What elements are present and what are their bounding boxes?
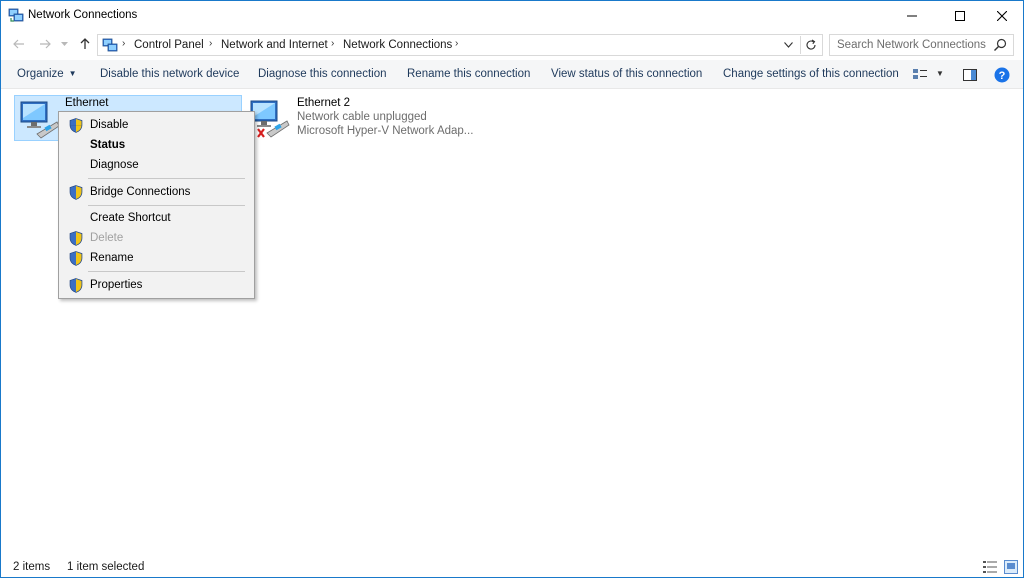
search-placeholder[interactable]: Search Network Connections (837, 39, 986, 51)
control-panel-icon (102, 38, 118, 52)
preview-pane-icon (963, 69, 977, 81)
uac-shield-icon (69, 231, 83, 246)
navigation-bar: › Control Panel › Network and Internet ›… (1, 30, 1023, 58)
close-button[interactable] (979, 1, 1024, 30)
menu-item-rename[interactable]: Rename (61, 248, 252, 268)
menu-item-bridge-connections[interactable]: Bridge Connections (61, 182, 252, 202)
breadcrumb-separator-icon[interactable]: › (331, 38, 334, 49)
menu-item-status[interactable]: Status (61, 135, 252, 155)
details-view-icon[interactable] (983, 560, 997, 574)
refresh-button[interactable] (800, 36, 820, 54)
organize-label: Organize (17, 68, 64, 80)
maximize-button[interactable] (937, 1, 982, 30)
uac-shield-icon (69, 278, 83, 293)
selection-count: 1 item selected (67, 561, 145, 573)
minimize-icon (906, 15, 917, 16)
connection-item-ethernet-2[interactable]: Ethernet 2 Network cable unplugged Micro… (245, 95, 485, 141)
breadcrumb-network-connections[interactable]: Network Connections (343, 39, 452, 51)
breadcrumb-separator-icon[interactable]: › (209, 38, 212, 49)
menu-item-label: Bridge Connections (90, 186, 191, 198)
maximize-icon (954, 10, 965, 21)
change-view-dropdown-icon[interactable]: ▼ (936, 69, 944, 78)
connection-status: Network cable unplugged (297, 111, 427, 123)
back-button[interactable] (10, 35, 28, 53)
address-history-button[interactable] (780, 37, 796, 53)
connection-name: Ethernet 2 (297, 97, 351, 109)
title-bar: Network Connections (1, 1, 1023, 30)
uac-shield-icon (69, 185, 83, 200)
large-icons-view-icon[interactable] (1004, 560, 1018, 574)
rename-connection-button[interactable]: Rename this connection (407, 68, 530, 80)
network-connections-app-icon (8, 8, 24, 22)
change-view-button[interactable] (912, 67, 928, 83)
arrow-right-icon (40, 39, 51, 49)
item-count: 2 items (13, 561, 51, 573)
close-icon (996, 10, 1007, 21)
svg-text:?: ? (999, 70, 1006, 82)
help-icon: ? (994, 67, 1010, 83)
menu-item-create-shortcut[interactable]: Create Shortcut (61, 208, 252, 228)
network-adapter-icon (20, 101, 60, 139)
search-icon[interactable] (993, 38, 1007, 52)
breadcrumb-separator-icon[interactable]: › (122, 38, 125, 49)
arrow-up-icon (80, 38, 90, 49)
network-adapter-icon (250, 100, 290, 138)
breadcrumb-separator-icon[interactable]: › (455, 38, 458, 49)
menu-item-properties[interactable]: Properties (61, 275, 252, 295)
minimize-button[interactable] (889, 1, 934, 30)
breadcrumb-network-and-internet[interactable]: Network and Internet (221, 39, 328, 51)
connection-name: Ethernet (65, 97, 109, 109)
menu-item-label: Create Shortcut (90, 212, 171, 224)
menu-separator (88, 205, 245, 206)
connection-adapter: Microsoft Hyper-V Network Adap... (297, 125, 474, 137)
forward-button[interactable] (36, 35, 54, 53)
menu-separator (88, 178, 245, 179)
recent-locations-button[interactable] (58, 35, 70, 53)
preview-pane-button[interactable] (962, 67, 978, 83)
menu-item-label: Rename (90, 252, 134, 264)
menu-item-label: Delete (90, 232, 124, 244)
breadcrumb-control-panel[interactable]: Control Panel (134, 39, 204, 51)
command-bar: Organize ▼ Disable this network device Di… (1, 60, 1023, 89)
menu-separator (88, 271, 245, 272)
organize-button[interactable]: Organize ▼ (17, 68, 77, 80)
chevron-down-icon (783, 42, 793, 48)
view-status-button[interactable]: View status of this connection (551, 68, 702, 80)
search-box[interactable]: Search Network Connections (829, 34, 1014, 56)
change-view-icon (913, 69, 927, 79)
caret-down-icon: ▼ (68, 69, 77, 78)
disable-device-button[interactable]: Disable this network device (100, 68, 239, 80)
arrow-left-icon (13, 39, 24, 49)
uac-shield-icon (69, 118, 83, 133)
network-connections-window: Network Connections › Control Panel › Ne… (0, 0, 1024, 578)
address-bar[interactable]: › Control Panel › Network and Internet ›… (97, 34, 823, 56)
menu-item-delete: Delete (61, 228, 252, 248)
up-button[interactable] (76, 35, 94, 53)
menu-item-disable[interactable]: Disable (61, 115, 252, 135)
menu-item-diagnose[interactable]: Diagnose (61, 155, 252, 175)
uac-shield-icon (69, 251, 83, 266)
context-menu: Disable Status Diagnose Bridge Connectio… (58, 111, 255, 299)
help-button[interactable]: ? (994, 67, 1010, 83)
menu-item-label: Properties (90, 279, 143, 291)
menu-item-label: Disable (90, 119, 129, 131)
diagnose-connection-button[interactable]: Diagnose this connection (258, 68, 387, 80)
menu-item-label: Diagnose (90, 159, 139, 171)
change-settings-button[interactable]: Change settings of this connection (723, 68, 899, 80)
window-title: Network Connections (28, 9, 138, 21)
chevron-down-icon (60, 41, 68, 46)
refresh-icon (806, 39, 816, 50)
status-bar: 2 items 1 item selected (1, 557, 1023, 577)
menu-item-label: Status (90, 139, 126, 151)
